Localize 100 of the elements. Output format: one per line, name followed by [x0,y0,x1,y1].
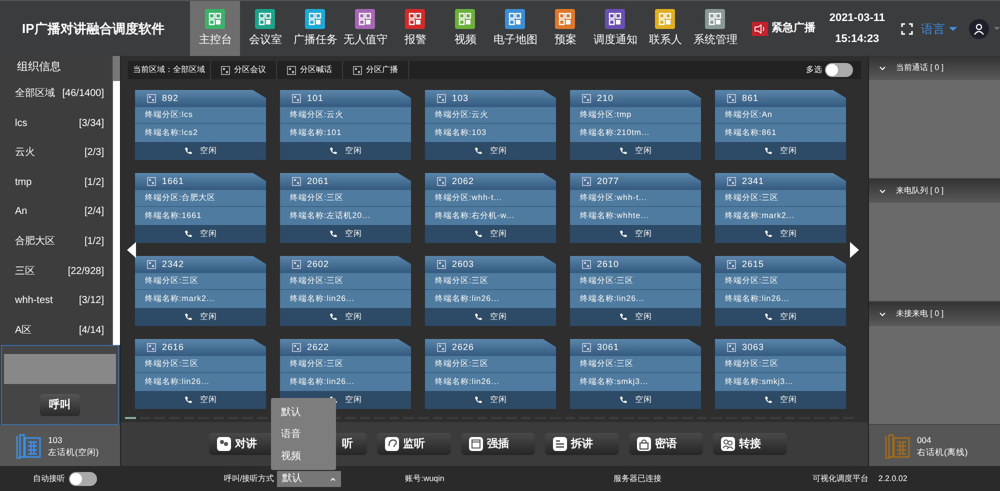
call-button[interactable]: 呼叫 [40,394,80,416]
multi-select-label: 多选 [806,64,822,76]
nav-tab[interactable]: 会议室 [240,1,290,56]
terminal-name: 终端名称:lcs2 [135,124,266,142]
version-text: 2.2.0.02 [878,472,908,484]
terminal-id: 101 [307,92,324,105]
terminal-status: 空闲 [490,311,507,323]
terminal-status: 空闲 [345,145,362,157]
terminal-status: 空闲 [635,311,652,323]
terminal-card[interactable]: 861 终端分区:An 终端名称:861 空闲 [715,90,846,160]
terminal-id: 3063 [742,340,764,354]
area-item[interactable]: A区 [4/14] [0,315,112,345]
action-button[interactable]: 拆讲 [545,433,619,455]
section-header[interactable]: 当前通话 [ 0 ] [869,56,1000,80]
terminal-status: 空闲 [200,394,217,406]
terminal-id: 3061 [597,340,620,354]
terminal-card[interactable]: 2626 终端分区:三区 终端名称:lin26... 空闲 [425,339,556,409]
terminal-zone: 终端分区:三区 [715,273,846,290]
terminal-status: 空闲 [635,228,652,240]
nav-tab[interactable]: 无人值守 [340,1,390,56]
terminal-card[interactable]: 892 终端分区:lcs 终端名称:lcs2 空闲 [135,90,266,160]
area-item[interactable]: whh-test [3/12] [0,286,112,316]
current-area-label: 当前区域：全部区域 [128,61,211,79]
terminal-card[interactable]: 2615 终端分区:三区 终端名称:lin26... 空闲 [715,256,846,326]
terminal-id: 2077 [597,174,620,188]
terminal-name: 终端名称:lin26... [280,373,411,391]
action-button[interactable]: 监听 [377,433,451,455]
terminal-card[interactable]: 1661 终端分区:合肥大区 终端名称:1661 空闲 [135,173,266,243]
nav-tab[interactable]: 报警 [390,1,440,56]
terminal-zone: 终端分区:三区 [715,190,846,207]
terminal-card[interactable]: 2610 终端分区:三区 终端名称:lin26... 空闲 [570,256,701,326]
terminal-card[interactable]: 101 终端分区:云火 终端名称:101 空闲 [280,90,411,160]
area-item[interactable]: lcs [3/34] [0,108,112,138]
area-item[interactable]: 三区 [22/928] [0,256,112,286]
nav-tab[interactable]: 视频 [440,1,490,56]
area-item[interactable]: 全部区域 [46/1400] [0,78,112,108]
terminal-status: 空闲 [200,228,217,240]
terminal-card[interactable]: 2077 终端分区:whh-t... 终端名称:whhte... 空闲 [570,173,701,243]
terminal-zone: 终端分区:whh-t... [570,190,701,207]
terminal-id: 2615 [742,258,764,271]
action-button[interactable]: 密语 [629,433,703,455]
section-header[interactable]: 来电队列 [ 0 ] [869,179,1000,203]
emergency-broadcast-button[interactable]: 紧急广播 [771,20,816,37]
terminal-card[interactable]: 2341 终端分区:三区 终端名称:mark2... 空闲 [715,173,846,243]
terminal-id: 2602 [307,258,330,271]
terminal-card[interactable]: 2616 终端分区:三区 终端名称:lin26... 空闲 [135,339,266,409]
terminal-name: 终端名称:mark2... [135,290,266,308]
area-action-button[interactable]: 分区会议 [211,61,277,79]
terminal-zone: 终端分区:三区 [135,273,266,290]
area-item[interactable]: An [2/4] [0,197,112,227]
terminal-name: 终端名称:右分机-w... [425,207,556,225]
terminal-id: 2622 [307,340,330,354]
nav-tab[interactable]: 电子地图 [490,1,540,56]
terminal-zone: 终端分区:三区 [570,273,701,290]
terminal-id: 2610 [597,258,620,271]
terminal-name: 终端名称:lin26... [570,290,701,308]
terminal-zone: 终端分区:tmp [570,107,701,124]
terminal-zone: 终端分区:云火 [280,107,411,124]
area-action-button[interactable]: 分区广播 [343,61,409,79]
area-item[interactable]: 云火 [2/3] [0,138,112,168]
terminal-zone: 终端分区:三区 [425,273,556,290]
terminal-status: 空闲 [490,228,507,240]
nav-tab[interactable]: 预案 [540,1,590,56]
terminal-card[interactable]: 2061 终端分区:三区 终端名称:左话机20... 空闲 [280,173,411,243]
terminal-status: 空闲 [490,145,507,157]
terminal-zone: 终端分区:三区 [135,356,266,373]
terminal-name: 终端名称:smkj3... [715,373,846,391]
nav-tab[interactable]: 系统管理 [690,1,740,56]
terminal-card[interactable]: 2602 终端分区:三区 终端名称:lin26... 空闲 [280,256,411,326]
terminal-name: 终端名称:whhte... [570,207,701,225]
area-item[interactable]: 合肥大区 [1/2] [0,226,112,256]
terminal-card[interactable]: 3063 终端分区:三区 终端名称:smkj3... 空闲 [715,339,846,409]
terminal-status: 空闲 [345,394,362,406]
terminal-card[interactable]: 3061 终端分区:三区 终端名称:smkj3... 空闲 [570,339,701,409]
section-header[interactable]: 未接来电 [ 0 ] [869,302,1000,326]
terminal-name: 终端名称:smkj3... [570,373,701,391]
terminal-zone: 终端分区:三区 [280,273,411,290]
action-button[interactable]: 强插 [461,433,535,455]
terminal-card[interactable]: 103 终端分区:云火 终端名称:103 空闲 [425,90,556,160]
terminal-card[interactable]: 2062 终端分区:whh-t... 终端名称:右分机-w... 空闲 [425,173,556,243]
terminal-name: 终端名称:lin26... [425,373,556,391]
terminal-zone: 终端分区:云火 [425,107,556,124]
sidebar-title: 组织信息 [16,60,62,76]
terminal-id: 892 [162,92,179,105]
nav-tab[interactable]: 广播任务 [290,1,340,56]
terminal-zone: 终端分区:whh-t... [425,190,556,207]
terminal-status: 空闲 [780,311,797,323]
terminal-card[interactable]: 2342 终端分区:三区 终端名称:mark2... 空闲 [135,256,266,326]
terminal-card[interactable]: 2603 终端分区:三区 终端名称:lin26... 空闲 [425,256,556,326]
terminal-card[interactable]: 210 终端分区:tmp 终端名称:210tm... 空闲 [570,90,701,160]
date-text: 2021-03-11 [829,11,885,26]
terminal-id: 1661 [162,174,184,188]
area-action-button[interactable]: 分区喊话 [277,61,343,79]
area-item[interactable]: tmp [1/2] [0,167,112,198]
nav-tab[interactable]: 调度通知 [590,1,640,56]
action-button[interactable]: 转接 [713,433,787,455]
terminal-zone: 终端分区:三区 [280,190,411,207]
call-mode-dropdown[interactable]: 默认 [277,470,342,486]
nav-tab[interactable]: 联系人 [640,1,690,56]
nav-tab[interactable]: 主控台 [190,1,240,56]
